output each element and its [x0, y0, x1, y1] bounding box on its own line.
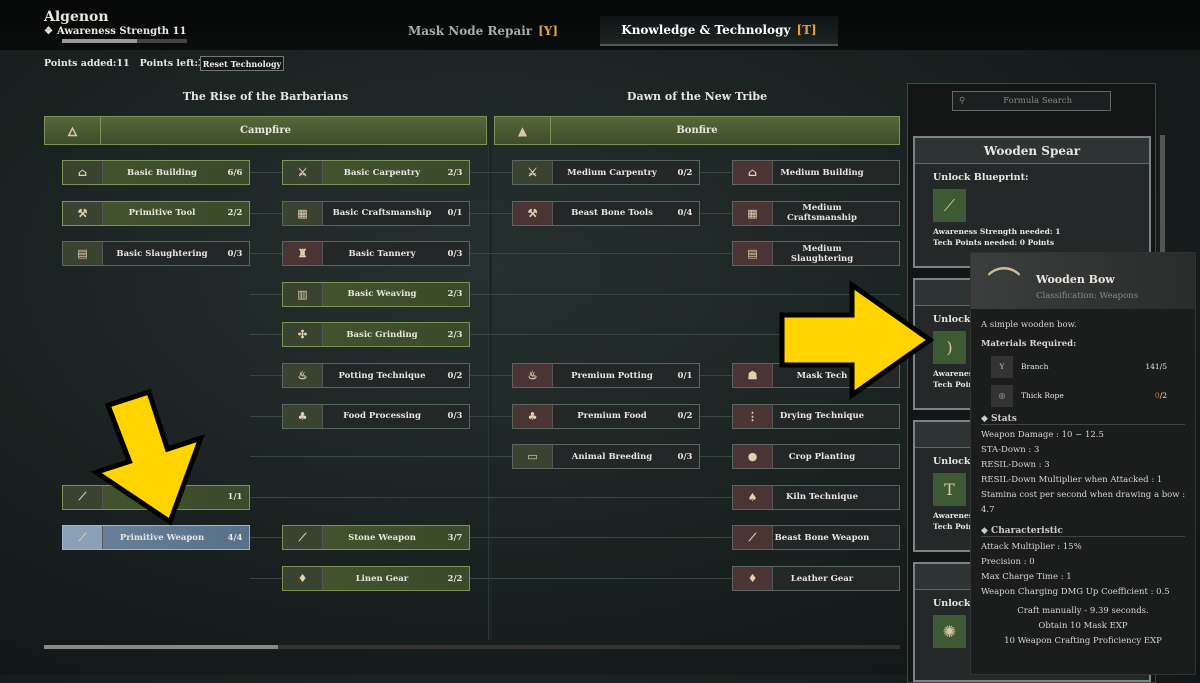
- yellow-arrow-down: [90, 388, 205, 526]
- annotation-arrows: [90, 280, 935, 526]
- yellow-arrow-right: [779, 280, 935, 400]
